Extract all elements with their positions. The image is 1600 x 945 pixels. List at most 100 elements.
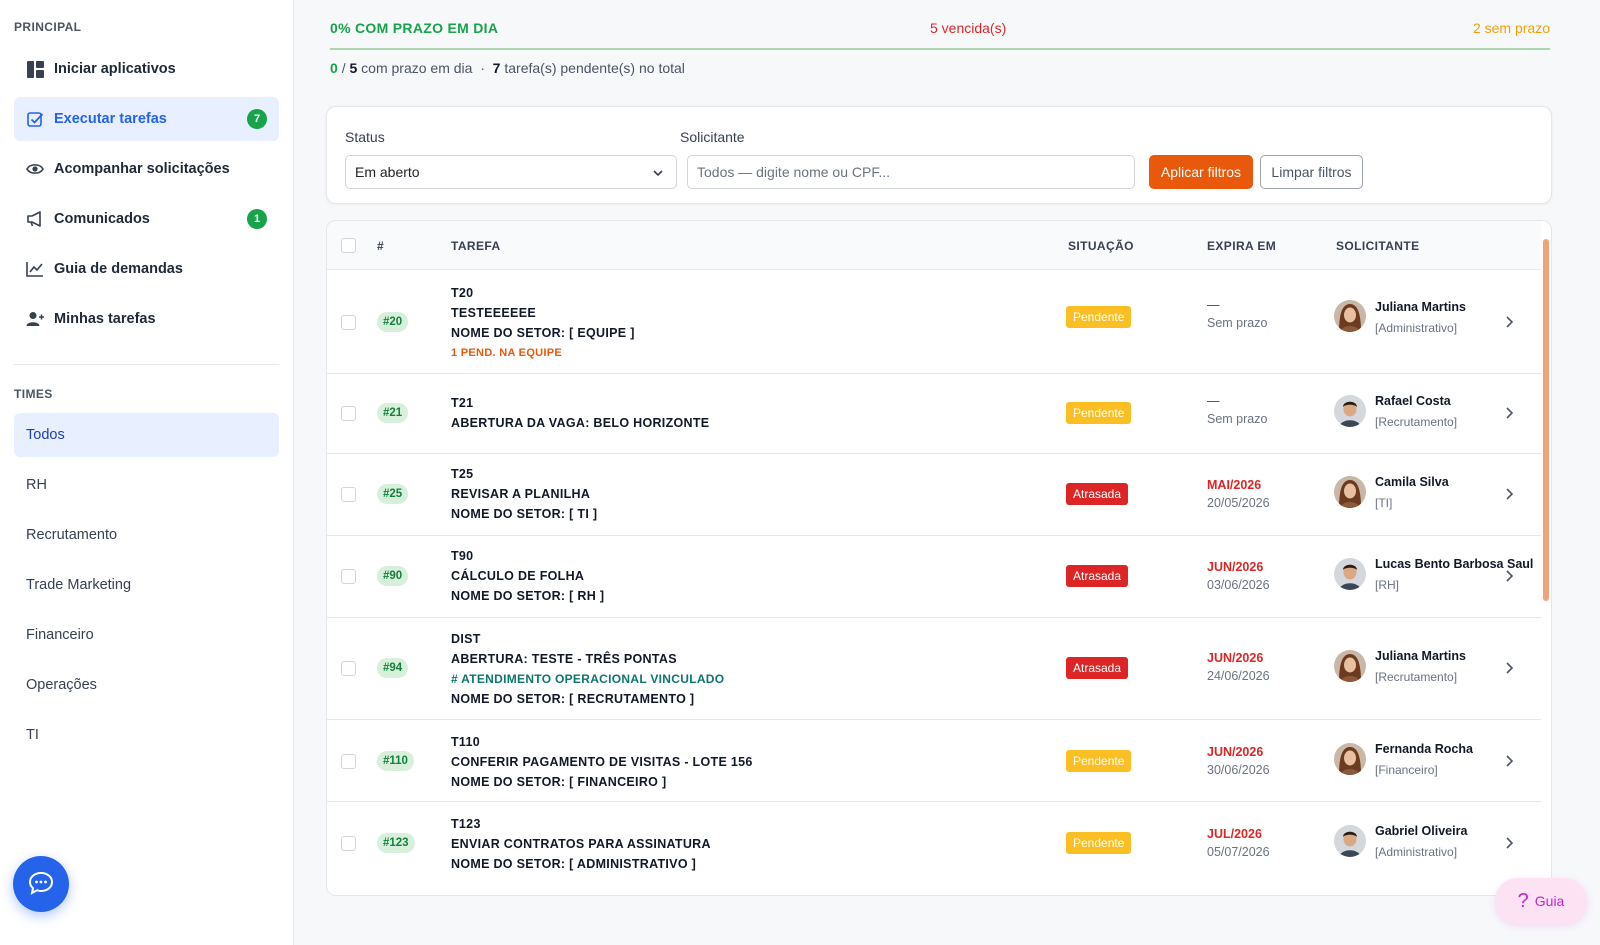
requester-sector: [Financeiro] <box>1375 763 1438 777</box>
no-deadline-count: 2 sem prazo <box>1472 20 1550 36</box>
nav-minhas-tarefas[interactable]: Minhas tarefas <box>14 297 279 341</box>
requester-sector: [Recrutamento] <box>1375 415 1458 429</box>
nav-comunicados[interactable]: Comunicados 1 <box>14 197 279 241</box>
requester-name: Rafael Costa <box>1375 394 1451 408</box>
table-row[interactable]: #25 T25 REVISAR A PLANILHA NOME DO SETOR… <box>327 454 1541 536</box>
guia-help-button[interactable]: ? Guia <box>1495 878 1587 924</box>
status-badge: Pendente <box>1066 306 1132 328</box>
task-title: ENVIAR CONTRATOS PARA ASSINATURA <box>451 837 711 851</box>
team-item-operacoes[interactable]: Operações <box>14 663 279 707</box>
row-checkbox[interactable] <box>341 836 356 851</box>
row-checkbox[interactable] <box>341 569 356 584</box>
expires-month: — <box>1207 298 1220 312</box>
requester-search-input[interactable] <box>687 155 1135 189</box>
chevron-right-icon[interactable] <box>1502 661 1516 675</box>
select-all-checkbox[interactable] <box>341 238 356 253</box>
task-sector: NOME DO SETOR: [ ADMINISTRATIVO ] <box>451 857 697 871</box>
nav-label: Comunicados <box>54 211 150 227</box>
task-id-badge: #90 <box>377 566 409 586</box>
table-row[interactable]: #90 T90 CÁLCULO DE FOLHA NOME DO SETOR: … <box>327 536 1541 618</box>
nav-label: Iniciar aplicativos <box>54 61 176 77</box>
nav-executar-tarefas[interactable]: Executar tarefas 7 <box>14 97 279 141</box>
status-badge: Pendente <box>1066 402 1132 424</box>
clear-filters-button[interactable]: Limpar filtros <box>1260 155 1363 189</box>
status-select[interactable]: Em aberto <box>345 155 677 189</box>
team-item-recrutamento[interactable]: Recrutamento <box>14 513 279 557</box>
expires-date: 24/06/2026 <box>1207 669 1270 683</box>
team-item-rh[interactable]: RH <box>14 463 279 507</box>
expires-date: 30/06/2026 <box>1207 763 1270 777</box>
expires-date: 03/06/2026 <box>1207 578 1270 592</box>
chart-line-icon <box>26 260 44 278</box>
expires-date: Sem prazo <box>1207 316 1268 330</box>
user-check-icon <box>26 310 44 328</box>
requester-sector: [Administrativo] <box>1375 845 1458 859</box>
chevron-right-icon[interactable] <box>1502 754 1516 768</box>
avatar <box>1334 476 1366 508</box>
team-item-ti[interactable]: TI <box>14 713 279 757</box>
summary-text1: com prazo em dia <box>361 60 473 76</box>
table-row[interactable]: #94 DIST ABERTURA: TESTE - TRÊS PONTAS #… <box>327 618 1541 720</box>
overdue-count: 5 vencida(s) <box>930 20 1007 36</box>
status-selected-value: Em aberto <box>355 164 420 180</box>
row-checkbox[interactable] <box>341 315 356 330</box>
status-badge: Atrasada <box>1066 483 1129 505</box>
task-code: T90 <box>451 549 474 563</box>
requester-name: Juliana Martins <box>1375 300 1466 314</box>
table-row[interactable]: #123 T123 ENVIAR CONTRATOS PARA ASSINATU… <box>327 802 1541 886</box>
requester-name: Camila Silva <box>1375 475 1449 489</box>
chevron-right-icon[interactable] <box>1502 406 1516 420</box>
task-sector: NOME DO SETOR: [ EQUIPE ] <box>451 326 635 340</box>
col-header-task: TAREFA <box>451 239 501 253</box>
expires-date: Sem prazo <box>1207 412 1268 426</box>
table-row[interactable]: #20 T20 TESTEEEEEE NOME DO SETOR: [ EQUI… <box>327 270 1541 374</box>
apply-filters-button[interactable]: Aplicar filtros <box>1149 155 1253 189</box>
expires-date: 20/05/2026 <box>1207 496 1270 510</box>
summary-slash: / <box>341 60 346 76</box>
task-title: CONFERIR PAGAMENTO DE VISITAS - LOTE 156 <box>451 755 753 769</box>
status-label: Status <box>345 129 385 145</box>
expires-month: — <box>1207 394 1220 408</box>
chat-button[interactable] <box>13 856 69 912</box>
deadline-stats: 0% COM PRAZO EM DIA 5 vencida(s) 2 sem p… <box>330 20 1550 42</box>
task-sector: NOME DO SETOR: [ RH ] <box>451 589 605 603</box>
task-id-badge: #20 <box>377 312 409 332</box>
requester-name: Juliana Martins <box>1375 649 1466 663</box>
team-item-trade-marketing[interactable]: Trade Marketing <box>14 563 279 607</box>
avatar <box>1334 825 1366 857</box>
task-code: T123 <box>451 817 481 831</box>
nav-guia-de-demandas[interactable]: Guia de demandas <box>14 247 279 291</box>
chevron-right-icon[interactable] <box>1502 569 1516 583</box>
nav-acompanhar-solicitacoes[interactable]: Acompanhar solicitações <box>14 147 279 191</box>
row-checkbox[interactable] <box>341 487 356 502</box>
team-item-financeiro[interactable]: Financeiro <box>14 613 279 657</box>
status-badge: Atrasada <box>1066 565 1129 587</box>
linked-service-link[interactable]: # ATENDIMENTO OPERACIONAL VINCULADO <box>451 672 724 686</box>
task-title: ABERTURA DA VAGA: BELO HORIZONTE <box>451 416 710 430</box>
row-checkbox[interactable] <box>341 754 356 769</box>
nav-iniciar-aplicativos[interactable]: Iniciar aplicativos <box>14 47 279 91</box>
eye-icon <box>26 160 44 178</box>
row-checkbox[interactable] <box>341 661 356 676</box>
table-row[interactable]: #21 T21 ABERTURA DA VAGA: BELO HORIZONTE… <box>327 374 1541 454</box>
task-code: DIST <box>451 632 481 646</box>
requester-sector: [Recrutamento] <box>1375 670 1458 684</box>
chevron-right-icon[interactable] <box>1502 315 1516 329</box>
team-item-todos[interactable]: Todos <box>14 413 279 457</box>
table-header: # TAREFA SITUAÇÃO EXPIRA EM SOLICITANTE <box>327 221 1541 270</box>
row-checkbox[interactable] <box>341 406 356 421</box>
status-badge: Atrasada <box>1066 657 1129 679</box>
col-header-expires: EXPIRA EM <box>1207 239 1277 253</box>
chevron-right-icon[interactable] <box>1502 487 1516 501</box>
table-scrollbar[interactable] <box>1541 225 1551 893</box>
chevron-right-icon[interactable] <box>1502 836 1516 850</box>
tasks-summary: 0 / 5 com prazo em dia · 7 tarefa(s) pen… <box>330 60 685 76</box>
summary-total: 5 <box>349 60 358 76</box>
task-code: T20 <box>451 286 474 300</box>
task-title: REVISAR A PLANILHA <box>451 487 591 501</box>
task-id-badge: #110 <box>377 751 414 771</box>
table-row[interactable]: #110 T110 CONFERIR PAGAMENTO DE VISITAS … <box>327 720 1541 802</box>
expires-date: 05/07/2026 <box>1207 845 1270 859</box>
scrollbar-thumb[interactable] <box>1543 239 1549 601</box>
expires-month: JUN/2026 <box>1207 560 1264 574</box>
